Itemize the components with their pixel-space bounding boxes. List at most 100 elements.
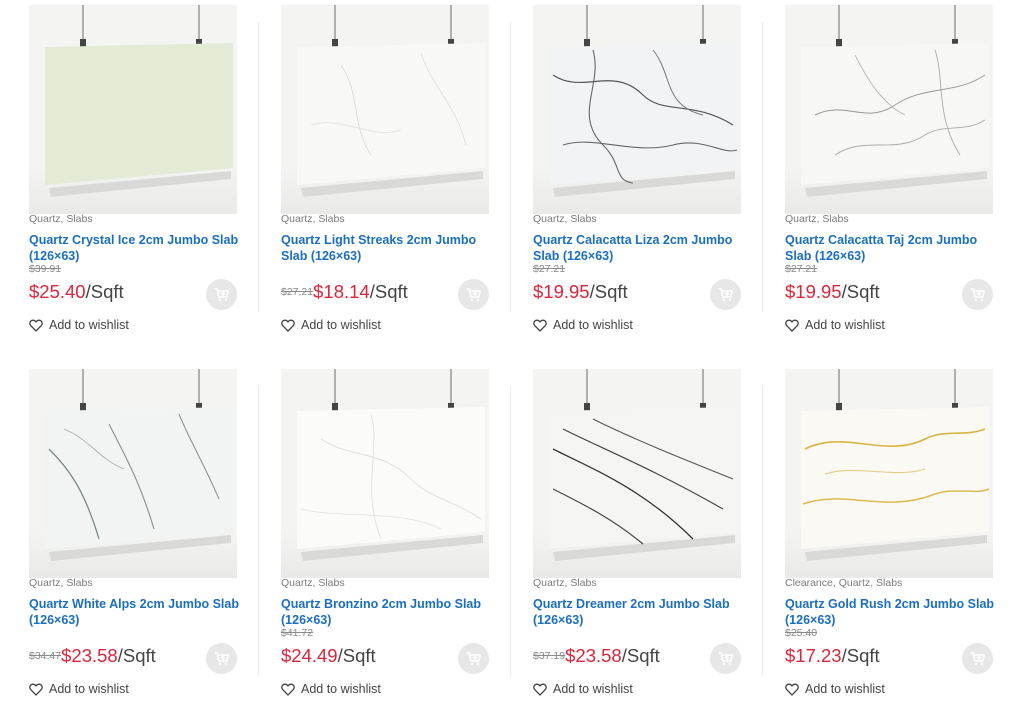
- heart-outline-icon: [281, 319, 295, 332]
- sale-price: $23.58: [61, 645, 118, 666]
- original-price-inline: $37.19: [533, 650, 566, 662]
- heart-outline-icon: [29, 683, 43, 696]
- add-to-wishlist-link[interactable]: Add to wishlist: [29, 318, 129, 332]
- product-title[interactable]: Quartz Calacatta Taj 2cm Jumbo Slab (126…: [785, 232, 997, 264]
- product-title[interactable]: Quartz Dreamer 2cm Jumbo Slab (126×63): [533, 596, 745, 628]
- wishlist-label: Add to wishlist: [553, 318, 633, 332]
- heart-outline-icon: [785, 683, 799, 696]
- price-row: $19.95/Sqft: [533, 281, 628, 303]
- product-image[interactable]: [785, 369, 993, 578]
- sale-price: $19.95: [785, 281, 842, 302]
- add-to-cart-button[interactable]: [458, 643, 489, 674]
- wishlist-label: Add to wishlist: [805, 318, 885, 332]
- product-card: Quartz, Slabs Quartz Calacatta Taj 2cm J…: [785, 0, 1015, 340]
- product-title[interactable]: Quartz Light Streaks 2cm Jumbo Slab (126…: [281, 232, 493, 264]
- price-unit: /Sqft: [841, 645, 880, 666]
- product-image[interactable]: [281, 369, 489, 578]
- add-to-wishlist-link[interactable]: Add to wishlist: [785, 318, 885, 332]
- product-title[interactable]: Quartz Bronzino 2cm Jumbo Slab (126×63): [281, 596, 493, 628]
- add-to-wishlist-link[interactable]: Add to wishlist: [785, 682, 885, 696]
- price-unit: /Sqft: [841, 281, 880, 302]
- price-unit: /Sqft: [85, 281, 124, 302]
- original-price: $41.72: [281, 627, 314, 639]
- price-unit: /Sqft: [117, 645, 156, 666]
- sale-price: $24.49: [281, 645, 338, 666]
- price-row: $27.21$18.14/Sqft: [281, 281, 408, 303]
- product-image[interactable]: [533, 5, 741, 214]
- product-image[interactable]: [533, 369, 741, 578]
- product-grid: Quartz, Slabs Quartz Crystal Ice 2cm Jum…: [0, 0, 1024, 706]
- heart-outline-icon: [281, 683, 295, 696]
- price-unit: /Sqft: [369, 281, 408, 302]
- cart-plus-icon: [717, 651, 733, 665]
- product-categories[interactable]: Quartz, Slabs: [29, 213, 93, 225]
- product-image[interactable]: [785, 5, 993, 214]
- price-unit: /Sqft: [621, 645, 660, 666]
- product-image[interactable]: [29, 369, 237, 578]
- slab-illustration: [297, 369, 485, 561]
- wishlist-label: Add to wishlist: [301, 318, 381, 332]
- wishlist-label: Add to wishlist: [553, 682, 633, 696]
- cart-plus-icon: [969, 287, 985, 301]
- add-to-cart-button[interactable]: [962, 643, 993, 674]
- add-to-cart-button[interactable]: [206, 279, 237, 310]
- product-categories[interactable]: Clearance, Quartz, Slabs: [785, 577, 902, 589]
- add-to-cart-button[interactable]: [206, 643, 237, 674]
- sale-price: $23.58: [565, 645, 622, 666]
- add-to-cart-button[interactable]: [962, 279, 993, 310]
- slab-illustration: [297, 5, 485, 197]
- wishlist-label: Add to wishlist: [49, 318, 129, 332]
- product-categories[interactable]: Quartz, Slabs: [533, 577, 597, 589]
- price-row: $25.40/Sqft: [29, 281, 124, 303]
- original-price-inline: $27.21: [281, 286, 314, 298]
- original-price: $27.21: [533, 263, 566, 275]
- wishlist-label: Add to wishlist: [805, 682, 885, 696]
- original-price: $39.91: [29, 263, 62, 275]
- product-card: Quartz, Slabs Quartz Crystal Ice 2cm Jum…: [29, 0, 259, 340]
- product-categories[interactable]: Quartz, Slabs: [29, 577, 93, 589]
- add-to-wishlist-link[interactable]: Add to wishlist: [29, 682, 129, 696]
- cart-plus-icon: [465, 651, 481, 665]
- add-to-wishlist-link[interactable]: Add to wishlist: [533, 682, 633, 696]
- add-to-cart-button[interactable]: [710, 279, 741, 310]
- original-price: $25.40: [785, 627, 818, 639]
- heart-outline-icon: [533, 319, 547, 332]
- product-card: Clearance, Quartz, Slabs Quartz Gold Rus…: [785, 364, 1015, 704]
- add-to-wishlist-link[interactable]: Add to wishlist: [281, 682, 381, 696]
- original-price: $27.21: [785, 263, 818, 275]
- product-categories[interactable]: Quartz, Slabs: [533, 213, 597, 225]
- product-image[interactable]: [29, 5, 237, 214]
- price-row: $19.95/Sqft: [785, 281, 880, 303]
- product-categories[interactable]: Quartz, Slabs: [281, 213, 345, 225]
- cart-plus-icon: [465, 287, 481, 301]
- add-to-wishlist-link[interactable]: Add to wishlist: [281, 318, 381, 332]
- product-title[interactable]: Quartz White Alps 2cm Jumbo Slab (126×63…: [29, 596, 241, 628]
- product-card: Quartz, Slabs Quartz White Alps 2cm Jumb…: [29, 364, 259, 704]
- sale-price: $25.40: [29, 281, 86, 302]
- add-to-cart-button[interactable]: [458, 279, 489, 310]
- slab-illustration: [801, 369, 990, 561]
- original-price-inline: $34.47: [29, 650, 62, 662]
- slab-illustration: [45, 5, 233, 197]
- price-row: $24.49/Sqft: [281, 645, 376, 667]
- add-to-wishlist-link[interactable]: Add to wishlist: [533, 318, 633, 332]
- heart-outline-icon: [785, 319, 799, 332]
- product-card: Quartz, Slabs Quartz Dreamer 2cm Jumbo S…: [533, 364, 763, 704]
- cart-plus-icon: [213, 651, 229, 665]
- product-title[interactable]: Quartz Gold Rush 2cm Jumbo Slab (126×63): [785, 596, 997, 628]
- product-title[interactable]: Quartz Calacatta Liza 2cm Jumbo Slab (12…: [533, 232, 745, 264]
- product-categories[interactable]: Quartz, Slabs: [281, 577, 345, 589]
- product-card: Quartz, Slabs Quartz Bronzino 2cm Jumbo …: [281, 364, 511, 704]
- price-unit: /Sqft: [589, 281, 628, 302]
- product-categories[interactable]: Quartz, Slabs: [785, 213, 849, 225]
- slab-illustration: [549, 369, 737, 561]
- heart-outline-icon: [533, 683, 547, 696]
- slab-illustration: [801, 5, 989, 197]
- wishlist-label: Add to wishlist: [301, 682, 381, 696]
- price-row: $34.47$23.58/Sqft: [29, 645, 156, 667]
- slab-illustration: [549, 5, 738, 197]
- heart-outline-icon: [29, 319, 43, 332]
- add-to-cart-button[interactable]: [710, 643, 741, 674]
- product-image[interactable]: [281, 5, 489, 214]
- product-title[interactable]: Quartz Crystal Ice 2cm Jumbo Slab (126×6…: [29, 232, 241, 264]
